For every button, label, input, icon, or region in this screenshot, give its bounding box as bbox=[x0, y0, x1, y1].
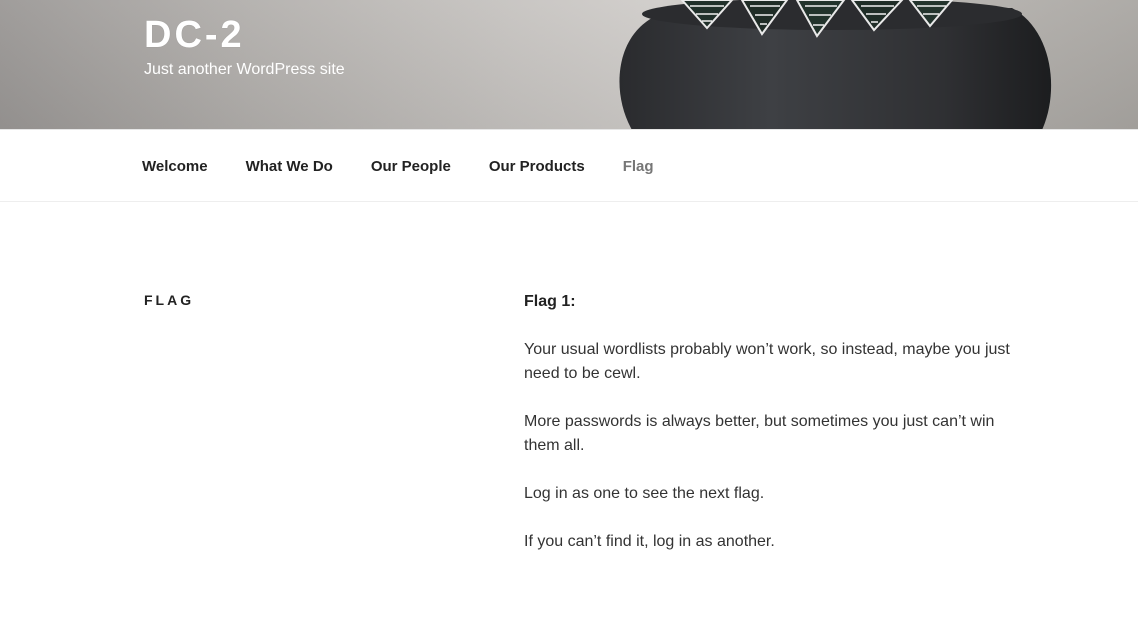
site-title[interactable]: DC-2 bbox=[144, 14, 245, 57]
site-header: DC-2 Just another WordPress site bbox=[0, 0, 1138, 130]
nav-menu: Welcome What We Do Our People Our Produc… bbox=[142, 130, 692, 202]
content-paragraph: Your usual wordlists probably won’t work… bbox=[524, 341, 1010, 382]
content-paragraph: If you can’t find it, log in as another. bbox=[524, 533, 775, 550]
main-navigation: Welcome What We Do Our People Our Produc… bbox=[0, 129, 1138, 202]
nav-item-flag[interactable]: Flag bbox=[623, 158, 654, 175]
entry-content: Flag 1: Your usual wordlists probably wo… bbox=[524, 290, 1034, 578]
page-title: Flag bbox=[144, 292, 195, 308]
content-paragraph: More passwords is always better, but som… bbox=[524, 413, 995, 454]
flag-heading: Flag 1: bbox=[524, 293, 576, 310]
nav-item-what-we-do[interactable]: What We Do bbox=[246, 158, 333, 175]
nav-item-our-products[interactable]: Our Products bbox=[489, 158, 585, 175]
content-paragraph: Log in as one to see the next flag. bbox=[524, 485, 765, 502]
nav-item-our-people[interactable]: Our People bbox=[371, 158, 451, 175]
site-tagline: Just another WordPress site bbox=[144, 61, 345, 78]
succulent-pot-image bbox=[619, 0, 1052, 130]
nav-item-welcome[interactable]: Welcome bbox=[142, 158, 208, 175]
